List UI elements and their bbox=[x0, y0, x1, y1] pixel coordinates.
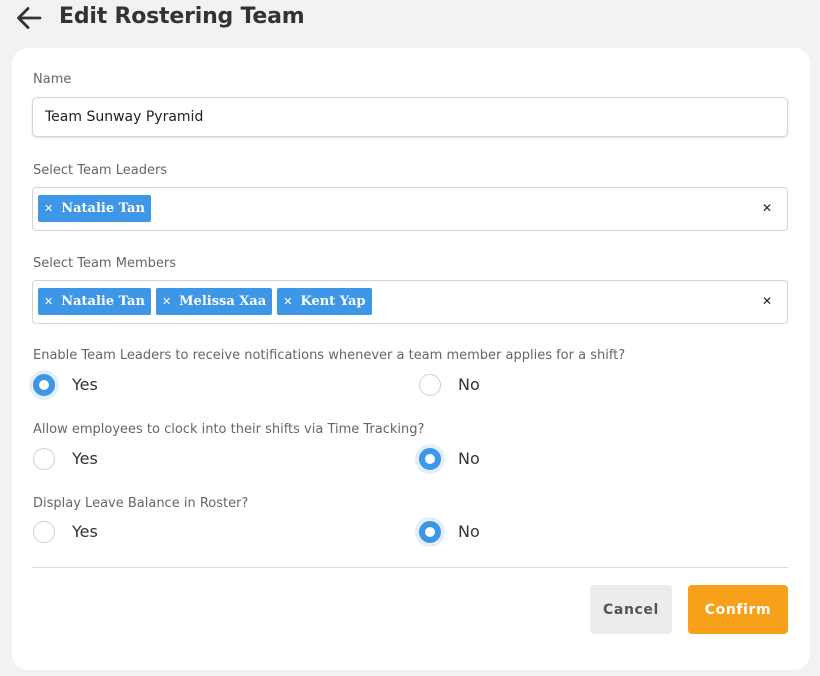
notify-leaders-no-radio[interactable] bbox=[419, 374, 441, 396]
leave-balance-question: Display Leave Balance in Roster? bbox=[33, 496, 249, 511]
selected-chip: ✕ Melissa Xaa bbox=[155, 288, 273, 315]
selected-chip: ✕ Natalie Tan bbox=[38, 195, 151, 222]
clear-selection-icon[interactable]: ✕ bbox=[762, 293, 772, 309]
team-members-select[interactable]: ✕ Natalie Tan ✕ Melissa Xaa ✕ Kent Yap ✕ bbox=[32, 280, 788, 324]
confirm-button[interactable]: Confirm bbox=[688, 585, 788, 634]
radio-label-no: No bbox=[458, 522, 480, 541]
clock-in-question: Allow employees to clock into their shif… bbox=[33, 422, 425, 437]
page-header: Edit Rostering Team bbox=[0, 0, 820, 40]
chip-label: Melissa Xaa bbox=[179, 294, 267, 309]
leave-balance-yes-radio[interactable] bbox=[33, 521, 55, 543]
notify-leaders-radio-group: Yes No bbox=[12, 374, 810, 402]
chip-label: Kent Yap bbox=[300, 294, 366, 309]
clock-in-radio-group: Yes No bbox=[12, 448, 810, 476]
team-leaders-label: Select Team Leaders bbox=[33, 163, 168, 178]
radio-label-yes: Yes bbox=[72, 449, 98, 468]
selected-chips: ✕ Natalie Tan ✕ Melissa Xaa ✕ Kent Yap bbox=[38, 288, 372, 315]
cancel-button[interactable]: Cancel bbox=[590, 585, 672, 634]
selected-chip: ✕ Natalie Tan bbox=[38, 288, 151, 315]
divider bbox=[32, 567, 788, 568]
selected-chip: ✕ Kent Yap bbox=[277, 288, 372, 315]
remove-chip-icon[interactable]: ✕ bbox=[162, 295, 171, 308]
back-button[interactable] bbox=[14, 4, 44, 32]
notify-leaders-yes-radio[interactable] bbox=[33, 374, 55, 396]
clock-in-yes-radio[interactable] bbox=[33, 448, 55, 470]
radio-label-no: No bbox=[458, 449, 480, 468]
radio-label-yes: Yes bbox=[72, 375, 98, 394]
radio-label-no: No bbox=[458, 375, 480, 394]
chip-label: Natalie Tan bbox=[61, 294, 145, 309]
remove-chip-icon[interactable]: ✕ bbox=[283, 295, 292, 308]
leave-balance-no-radio[interactable] bbox=[419, 521, 441, 543]
chip-label: Natalie Tan bbox=[61, 201, 145, 216]
notify-leaders-question: Enable Team Leaders to receive notificat… bbox=[33, 348, 626, 363]
name-input[interactable] bbox=[32, 97, 788, 137]
clear-selection-icon[interactable]: ✕ bbox=[762, 200, 772, 216]
form-card: Name Select Team Leaders ✕ Natalie Tan ✕… bbox=[12, 48, 810, 670]
arrow-left-icon bbox=[17, 7, 42, 29]
leave-balance-radio-group: Yes No bbox=[12, 521, 810, 549]
remove-chip-icon[interactable]: ✕ bbox=[44, 295, 53, 308]
team-members-label: Select Team Members bbox=[33, 256, 176, 271]
team-leaders-select[interactable]: ✕ Natalie Tan ✕ bbox=[32, 187, 788, 231]
clock-in-no-radio[interactable] bbox=[419, 448, 441, 470]
radio-label-yes: Yes bbox=[72, 522, 98, 541]
name-label: Name bbox=[33, 72, 72, 87]
remove-chip-icon[interactable]: ✕ bbox=[44, 202, 53, 215]
selected-chips: ✕ Natalie Tan bbox=[38, 195, 151, 222]
page-title: Edit Rostering Team bbox=[59, 4, 305, 29]
